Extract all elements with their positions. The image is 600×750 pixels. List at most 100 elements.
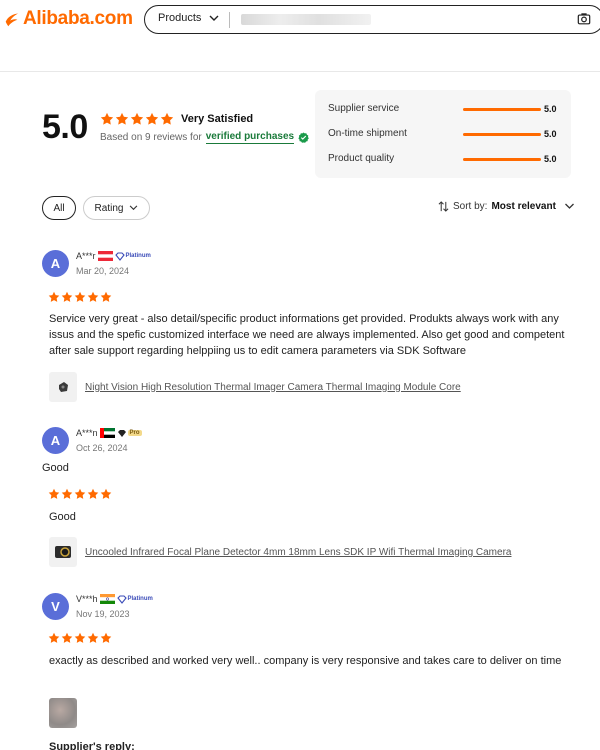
avatar: V <box>42 593 69 620</box>
supplier-reply-label: Supplier's reply: <box>49 741 135 750</box>
metric-bar <box>463 158 541 161</box>
metric-label: Product quality <box>328 153 395 164</box>
thermal-module-icon <box>59 382 68 392</box>
metric-value: 5.0 <box>544 104 557 114</box>
review-stars <box>48 291 112 303</box>
star-icon <box>145 112 159 126</box>
star-icon <box>100 488 112 500</box>
top-header: Alibaba.com Products <box>0 0 600 72</box>
search-input[interactable] <box>241 14 371 25</box>
review-stars <box>48 632 112 644</box>
chevron-down-icon <box>130 205 138 211</box>
sort-dropdown[interactable]: Sort by: Most relevant <box>438 201 575 212</box>
star-icon <box>115 112 129 126</box>
overall-score: 5.0 <box>42 108 88 146</box>
supplier-metrics-panel: Supplier service 5.0 On-time shipment 5.… <box>315 90 571 178</box>
reviewer-name: A***r Platinum <box>76 251 151 261</box>
star-icon <box>87 488 99 500</box>
avatar: A <box>42 427 69 454</box>
review-photo[interactable] <box>49 698 77 728</box>
reviewer-name-text: A***n <box>76 428 98 438</box>
metric-on-time-shipment: On-time shipment 5.0 <box>328 128 563 139</box>
reviewer-name: V***h Platinum <box>76 594 153 604</box>
star-icon <box>100 112 114 126</box>
reviewer-name-text: A***r <box>76 251 96 261</box>
reviewer-name: A***n Pro <box>76 428 142 438</box>
filter-all-button[interactable]: All <box>42 196 76 220</box>
search-category-dropdown[interactable]: Products <box>158 12 219 24</box>
reviewer-name-text: V***h <box>76 594 98 604</box>
filter-rating-dropdown[interactable]: Rating <box>83 196 150 220</box>
review-product-link[interactable]: Night Vision High Resolution Thermal Ima… <box>49 372 461 402</box>
star-icon <box>100 632 112 644</box>
search-category-label: Products <box>158 12 202 24</box>
star-icon <box>87 632 99 644</box>
pro-badge: Pro <box>117 429 142 438</box>
logo-text: Alibaba.com <box>23 8 133 29</box>
platinum-badge: Platinum <box>116 594 153 604</box>
chevron-down-icon <box>564 203 574 209</box>
product-thumbnail <box>49 537 77 567</box>
metric-label: On-time shipment <box>328 128 407 139</box>
badge-label: Platinum <box>127 596 153 602</box>
diamond-icon <box>116 594 127 604</box>
star-icon <box>61 632 73 644</box>
star-icon <box>130 112 144 126</box>
star-icon <box>74 488 86 500</box>
review-text: exactly as described and worked very wel… <box>49 655 562 667</box>
review-date: Mar 20, 2024 <box>76 266 130 276</box>
star-icon <box>74 291 86 303</box>
avatar: A <box>42 250 69 277</box>
review-date: Nov 19, 2023 <box>76 609 130 619</box>
product-name[interactable]: Night Vision High Resolution Thermal Ima… <box>85 382 461 393</box>
review-date: Oct 26, 2024 <box>76 443 128 453</box>
star-icon <box>48 632 60 644</box>
rating-label: Very Satisfied <box>181 113 254 125</box>
badge-label: Platinum <box>125 253 151 259</box>
metric-value: 5.0 <box>544 129 557 139</box>
reviews-basis: Based on 9 reviews for verified purchase… <box>100 131 309 144</box>
sort-value: Most relevant <box>491 201 556 212</box>
india-flag-icon <box>99 594 115 604</box>
filter-rating-label: Rating <box>94 202 124 214</box>
review-text: Service very great - also detail/specifi… <box>49 313 565 357</box>
review-product-link[interactable]: Uncooled Infrared Focal Plane Detector 4… <box>49 537 511 567</box>
metric-product-quality: Product quality 5.0 <box>328 153 563 164</box>
star-icon <box>100 291 112 303</box>
thermal-camera-icon <box>55 546 71 558</box>
metric-bar <box>463 133 541 136</box>
star-icon <box>160 112 174 126</box>
star-icon <box>74 632 86 644</box>
star-icon <box>48 488 60 500</box>
diamond-icon <box>117 429 126 437</box>
product-name[interactable]: Uncooled Infrared Focal Plane Detector 4… <box>85 547 511 558</box>
uae-flag-icon <box>99 428 115 438</box>
star-icon <box>87 291 99 303</box>
star-icon <box>48 291 60 303</box>
austria-flag-icon <box>97 251 113 261</box>
diamond-icon <box>114 251 125 261</box>
star-icon <box>61 291 73 303</box>
metric-value: 5.0 <box>544 154 557 164</box>
metric-bar <box>463 108 541 111</box>
review-stars <box>48 488 112 500</box>
review-title: Good <box>42 462 69 474</box>
platinum-badge: Platinum <box>114 251 151 261</box>
summary-stars <box>100 112 174 126</box>
metric-supplier-service: Supplier service 5.0 <box>328 103 563 114</box>
search-divider <box>229 12 230 28</box>
metric-label: Supplier service <box>328 103 400 114</box>
review-text: Good <box>49 511 76 523</box>
camera-search-icon[interactable] <box>577 12 591 26</box>
star-icon <box>61 488 73 500</box>
verified-purchases-link[interactable]: verified purchases <box>205 131 295 144</box>
sort-prefix: Sort by: <box>453 201 488 212</box>
sort-arrows-icon <box>438 201 449 212</box>
alibaba-logo-icon <box>5 13 19 27</box>
search-bar[interactable]: Products <box>144 5 600 34</box>
chevron-down-icon <box>209 15 219 21</box>
based-on-text: Based on 9 reviews for <box>100 132 202 143</box>
badge-label: Pro <box>127 430 142 436</box>
verified-check-icon <box>298 132 309 143</box>
alibaba-logo[interactable]: Alibaba.com <box>3 8 133 30</box>
